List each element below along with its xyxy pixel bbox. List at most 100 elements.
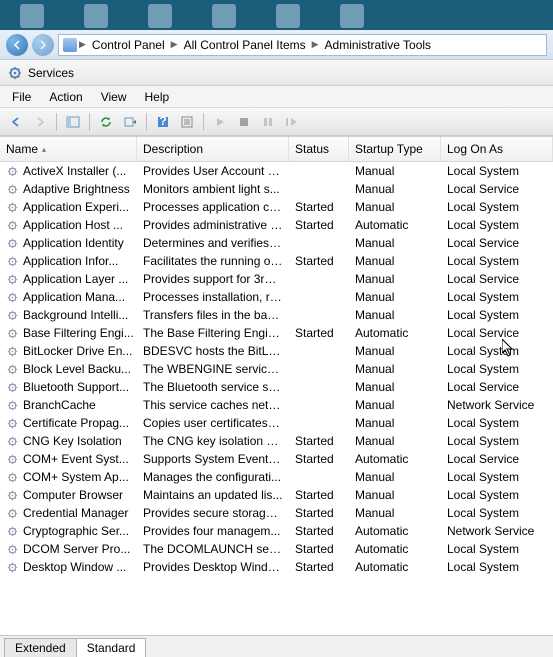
chevron-right-icon[interactable]: ▶	[312, 39, 319, 50]
breadcrumb[interactable]: ▶ Control Panel ▶ All Control Panel Item…	[58, 34, 547, 56]
service-row[interactable]: Application Mana...Processes installatio…	[0, 288, 553, 306]
breadcrumb-item[interactable]: All Control Panel Items	[180, 38, 310, 52]
service-name-cell: Block Level Backu...	[0, 362, 137, 376]
service-name: COM+ Event Syst...	[23, 452, 129, 466]
breadcrumb-item[interactable]: Administrative Tools	[321, 38, 436, 52]
properties-button[interactable]	[175, 111, 199, 133]
taskbar-icon[interactable]	[212, 4, 236, 28]
service-row[interactable]: Adaptive BrightnessMonitors ambient ligh…	[0, 180, 553, 198]
service-description: The Base Filtering Engine...	[137, 326, 289, 340]
chevron-right-icon[interactable]: ▶	[171, 39, 178, 50]
service-gear-icon	[6, 255, 19, 268]
stop-icon	[239, 117, 249, 127]
service-description: Provides administrative s...	[137, 218, 289, 232]
service-status: Started	[289, 254, 349, 268]
service-row[interactable]: Application Infor...Facilitates the runn…	[0, 252, 553, 270]
service-row[interactable]: ActiveX Installer (...Provides User Acco…	[0, 162, 553, 180]
service-description: Facilitates the running of...	[137, 254, 289, 268]
service-startup-type: Automatic	[349, 560, 441, 574]
service-gear-icon	[6, 489, 19, 502]
service-row[interactable]: Base Filtering Engi...The Base Filtering…	[0, 324, 553, 342]
taskbar-icon[interactable]	[148, 4, 172, 28]
service-description: The DCOMLAUNCH serv...	[137, 542, 289, 556]
chevron-right-icon[interactable]: ▶	[79, 39, 86, 50]
service-row[interactable]: COM+ System Ap...Manages the configurati…	[0, 468, 553, 486]
service-row[interactable]: Background Intelli...Transfers files in …	[0, 306, 553, 324]
service-status: Started	[289, 506, 349, 520]
service-status: Started	[289, 560, 349, 574]
service-row[interactable]: Bluetooth Support...The Bluetooth servic…	[0, 378, 553, 396]
service-name: Application Identity	[23, 236, 124, 250]
service-gear-icon	[6, 561, 19, 574]
back-button[interactable]	[6, 34, 28, 56]
service-gear-icon	[6, 183, 19, 196]
service-startup-type: Manual	[349, 362, 441, 376]
service-logon-as: Local Service	[441, 182, 553, 196]
column-header-startup[interactable]: Startup Type	[349, 137, 441, 161]
breadcrumb-item[interactable]: Control Panel	[88, 38, 169, 52]
service-status: Started	[289, 218, 349, 232]
location-icon	[63, 38, 77, 52]
service-name: Application Layer ...	[23, 272, 128, 286]
service-name: Application Mana...	[23, 290, 125, 304]
tab-standard[interactable]: Standard	[76, 638, 147, 657]
service-logon-as: Local Service	[441, 380, 553, 394]
column-header-name[interactable]: Name▴	[0, 137, 137, 161]
service-row[interactable]: COM+ Event Syst... Supports System Event …	[0, 450, 553, 468]
service-row[interactable]: Certificate Propag...Copies user certifi…	[0, 414, 553, 432]
column-header-logon[interactable]: Log On As	[441, 137, 553, 161]
window-titlebar: Services	[0, 60, 553, 86]
service-row[interactable]: CNG Key IsolationThe CNG key isolation s…	[0, 432, 553, 450]
service-gear-icon	[6, 327, 19, 340]
service-row[interactable]: Application Experi...Processes applicati…	[0, 198, 553, 216]
refresh-icon	[99, 115, 113, 129]
refresh-button[interactable]	[94, 111, 118, 133]
service-description: Provides User Account C...	[137, 164, 289, 178]
service-logon-as: Local Service	[441, 272, 553, 286]
taskbar-icon[interactable]	[84, 4, 108, 28]
menu-file[interactable]: File	[4, 88, 39, 106]
service-name-cell: Base Filtering Engi...	[0, 326, 137, 340]
service-row[interactable]: Desktop Window ...Provides Desktop Windo…	[0, 558, 553, 576]
menu-view[interactable]: View	[93, 88, 135, 106]
properties-icon	[180, 116, 194, 128]
service-row[interactable]: Cryptographic Ser...Provides four manage…	[0, 522, 553, 540]
service-gear-icon	[6, 237, 19, 250]
export-list-button[interactable]	[118, 111, 142, 133]
taskbar-icon[interactable]	[340, 4, 364, 28]
service-row[interactable]: Application Host ...Provides administrat…	[0, 216, 553, 234]
service-name-cell: Application Experi...	[0, 200, 137, 214]
forward-button[interactable]	[32, 34, 54, 56]
menu-action[interactable]: Action	[41, 88, 90, 106]
service-startup-type: Manual	[349, 506, 441, 520]
help-button[interactable]: ?	[151, 111, 175, 133]
service-row[interactable]: Block Level Backu...The WBENGINE service…	[0, 360, 553, 378]
back-tool-button[interactable]	[4, 111, 28, 133]
tab-extended[interactable]: Extended	[4, 638, 77, 657]
menu-help[interactable]: Help	[137, 88, 178, 106]
start-service-button	[208, 111, 232, 133]
service-name: Certificate Propag...	[23, 416, 129, 430]
column-header-status[interactable]: Status	[289, 137, 349, 161]
forward-tool-button	[28, 111, 52, 133]
service-row[interactable]: Application Layer ...Provides support fo…	[0, 270, 553, 288]
taskbar-icon[interactable]	[20, 4, 44, 28]
services-window: Services File Action View Help ? Name▴ D…	[0, 60, 553, 657]
service-row[interactable]: BitLocker Drive En...BDESVC hosts the Bi…	[0, 342, 553, 360]
service-row[interactable]: Application IdentityDetermines and verif…	[0, 234, 553, 252]
service-row[interactable]: Computer BrowserMaintains an updated lis…	[0, 486, 553, 504]
service-name-cell: CNG Key Isolation	[0, 434, 137, 448]
show-hide-tree-button[interactable]	[61, 111, 85, 133]
service-row[interactable]: DCOM Server Pro...The DCOMLAUNCH serv...…	[0, 540, 553, 558]
service-row[interactable]: BranchCacheThis service caches netw...Ma…	[0, 396, 553, 414]
service-description: Supports System Event N...	[137, 452, 289, 466]
services-list[interactable]: Name▴ Description Status Startup Type Lo…	[0, 136, 553, 635]
service-startup-type: Manual	[349, 164, 441, 178]
service-row[interactable]: Credential ManagerProvides secure storag…	[0, 504, 553, 522]
service-name: Computer Browser	[23, 488, 123, 502]
taskbar-icon[interactable]	[276, 4, 300, 28]
column-header-description[interactable]: Description	[137, 137, 289, 161]
service-startup-type: Manual	[349, 470, 441, 484]
menu-bar: File Action View Help	[0, 86, 553, 108]
service-name-cell: Desktop Window ...	[0, 560, 137, 574]
